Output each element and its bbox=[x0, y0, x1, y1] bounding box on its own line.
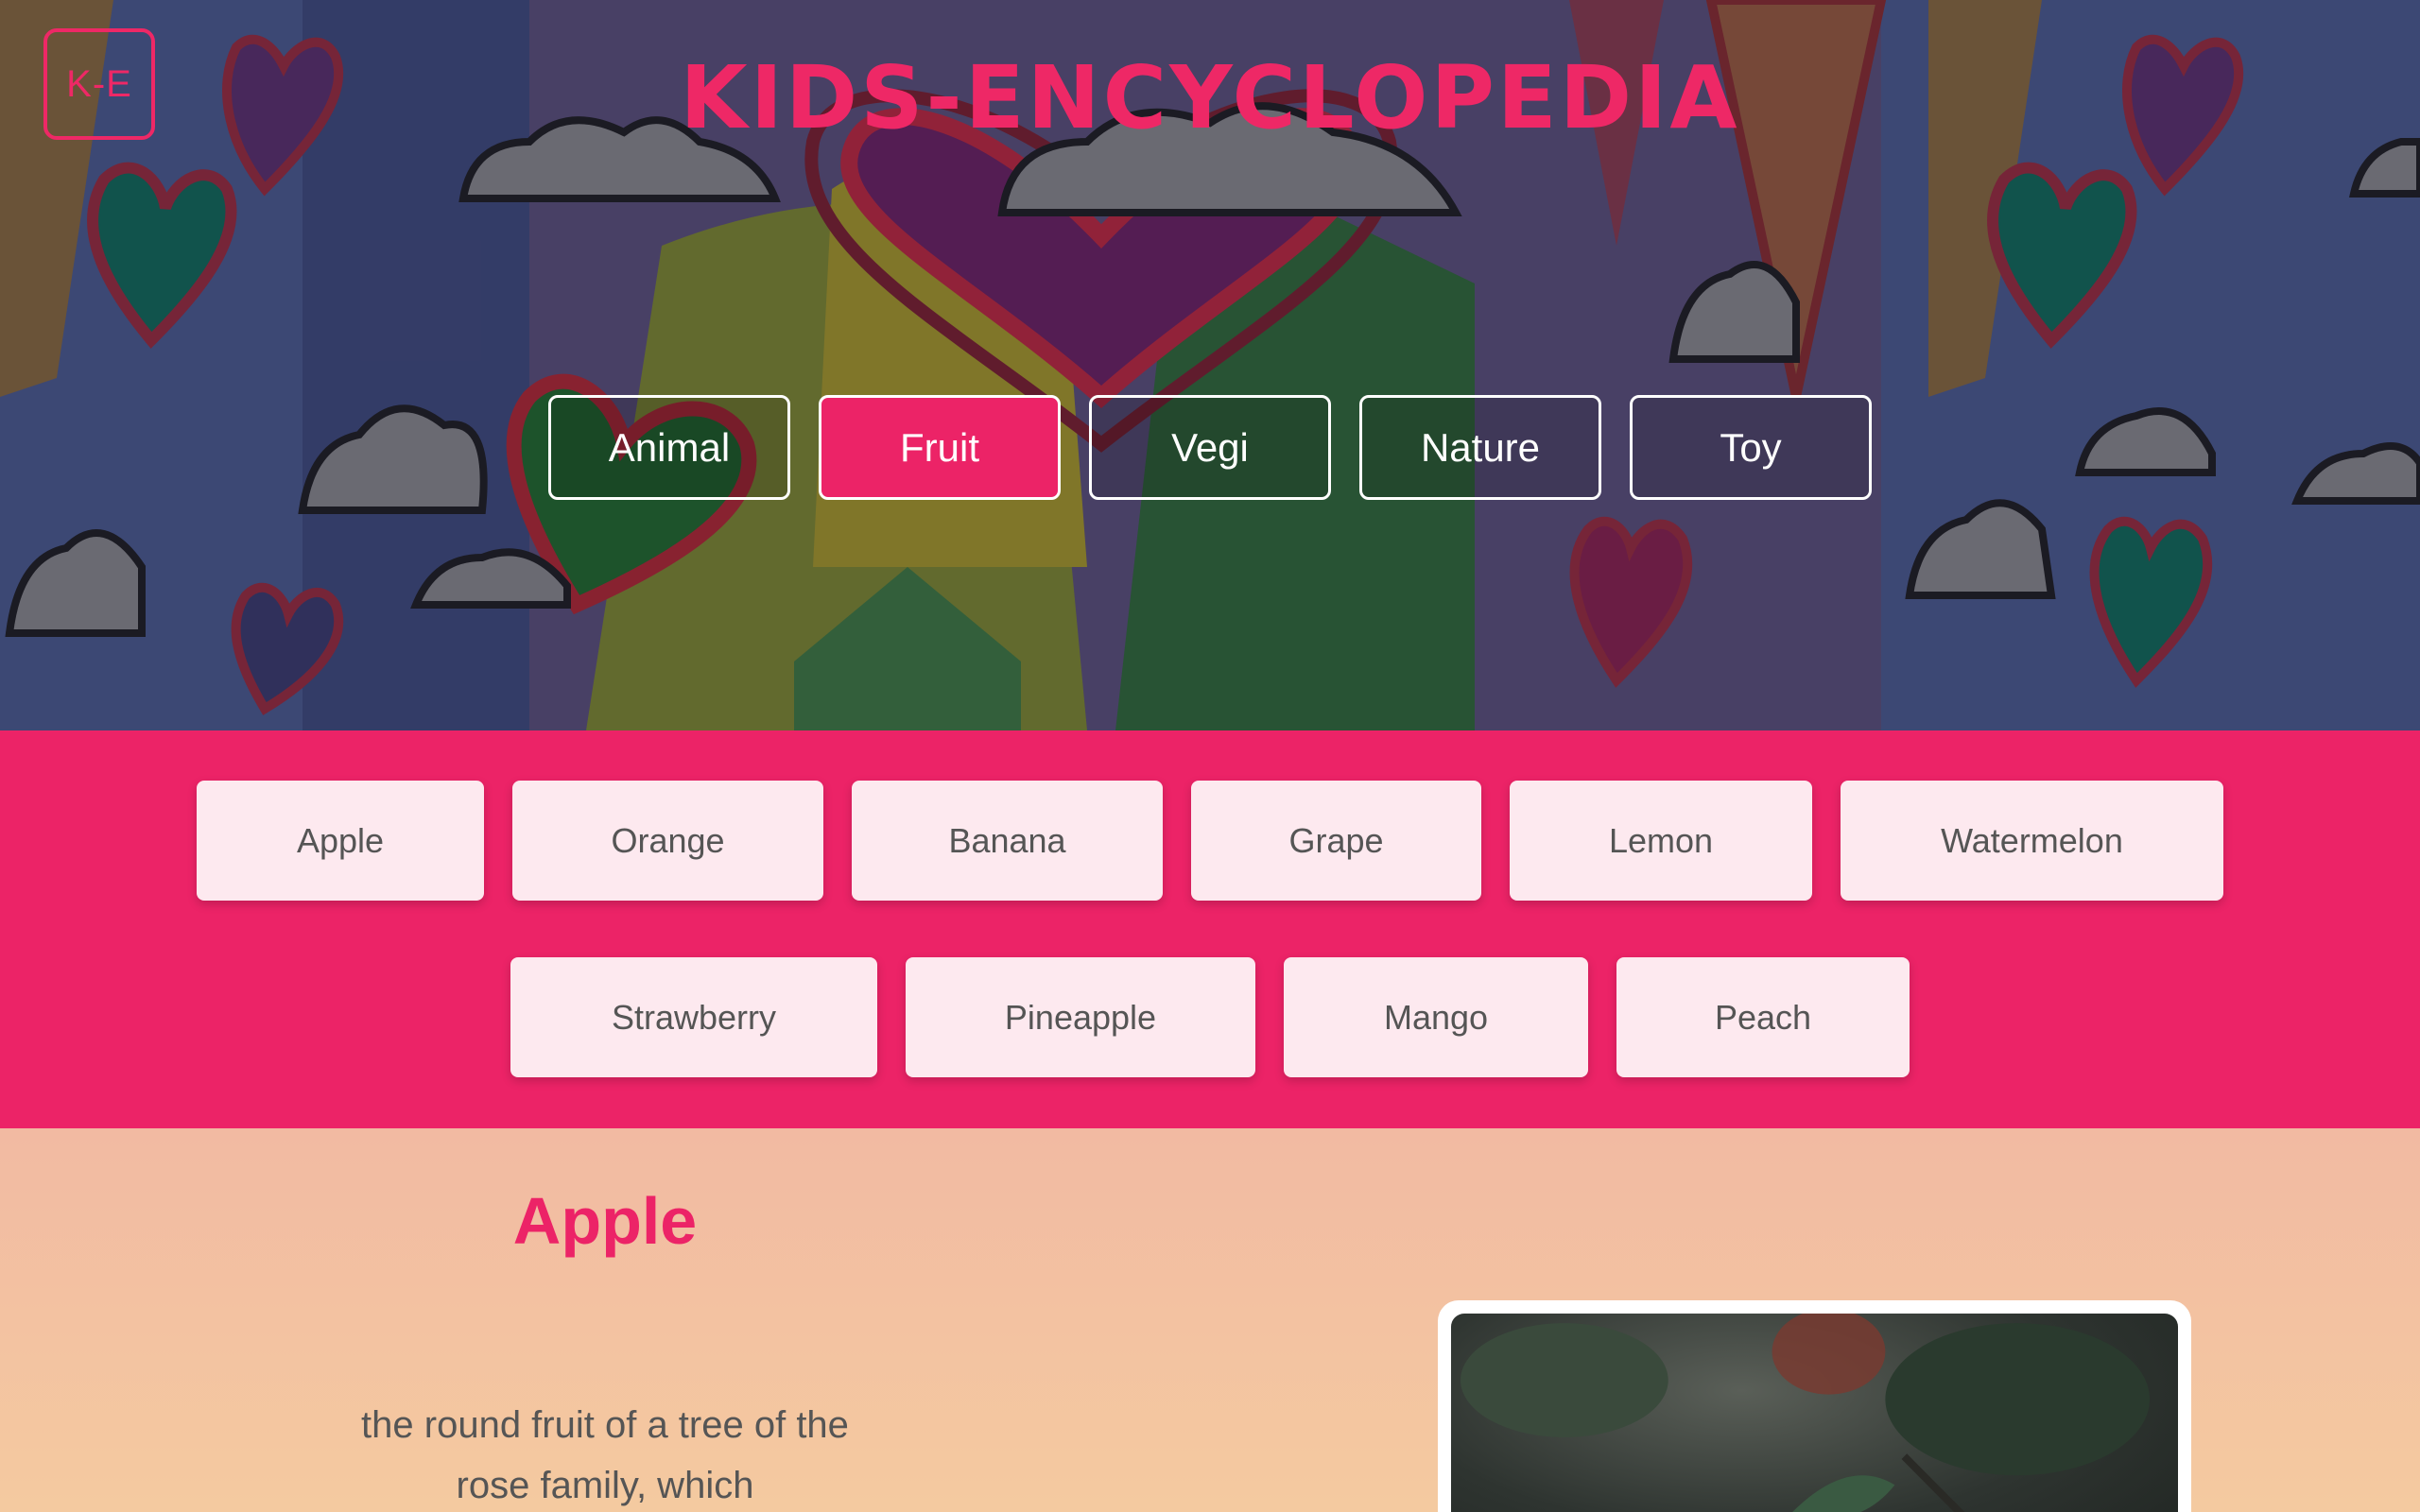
hero-banner: K-E KIDS-ENCYCLOPEDIA Animal Fruit Vegi … bbox=[0, 0, 2420, 730]
item-watermelon-button[interactable]: Watermelon bbox=[1841, 781, 2223, 901]
detail-title: Apple bbox=[512, 1184, 698, 1258]
site-title: KIDS-ENCYCLOPEDIA bbox=[680, 47, 1740, 148]
item-row: Apple Orange Banana Grape Lemon Watermel… bbox=[0, 781, 2420, 901]
apple-tree-photo-icon bbox=[1460, 1314, 2151, 1512]
item-apple-button[interactable]: Apple bbox=[197, 781, 484, 901]
item-photo-frame bbox=[1438, 1300, 2191, 1512]
item-orange-button[interactable]: Orange bbox=[512, 781, 823, 901]
detail-description: the round fruit of a tree of the rose fa… bbox=[361, 1404, 849, 1506]
category-tabs: Animal Fruit Vegi Nature Toy bbox=[548, 395, 1872, 500]
item-row: Strawberry Pineapple Mango Peach bbox=[0, 957, 2420, 1077]
item-photo bbox=[1451, 1314, 2178, 1512]
tab-nature[interactable]: Nature bbox=[1359, 395, 1601, 500]
item-pineapple-button[interactable]: Pineapple bbox=[906, 957, 1255, 1077]
item-strawberry-button[interactable]: Strawberry bbox=[510, 957, 877, 1077]
tab-animal[interactable]: Animal bbox=[548, 395, 790, 500]
item-peach-button[interactable]: Peach bbox=[1616, 957, 1910, 1077]
fruit-item-list: Apple Orange Banana Grape Lemon Watermel… bbox=[0, 730, 2420, 1128]
item-detail: Apple the round fruit of a tree of the r… bbox=[0, 1128, 2420, 1512]
item-grape-button[interactable]: Grape bbox=[1191, 781, 1481, 901]
item-mango-button[interactable]: Mango bbox=[1284, 957, 1588, 1077]
tab-vegi[interactable]: Vegi bbox=[1089, 395, 1331, 500]
tab-fruit[interactable]: Fruit bbox=[819, 395, 1061, 500]
item-lemon-button[interactable]: Lemon bbox=[1510, 781, 1812, 901]
item-banana-button[interactable]: Banana bbox=[852, 781, 1163, 901]
tab-toy[interactable]: Toy bbox=[1630, 395, 1872, 500]
